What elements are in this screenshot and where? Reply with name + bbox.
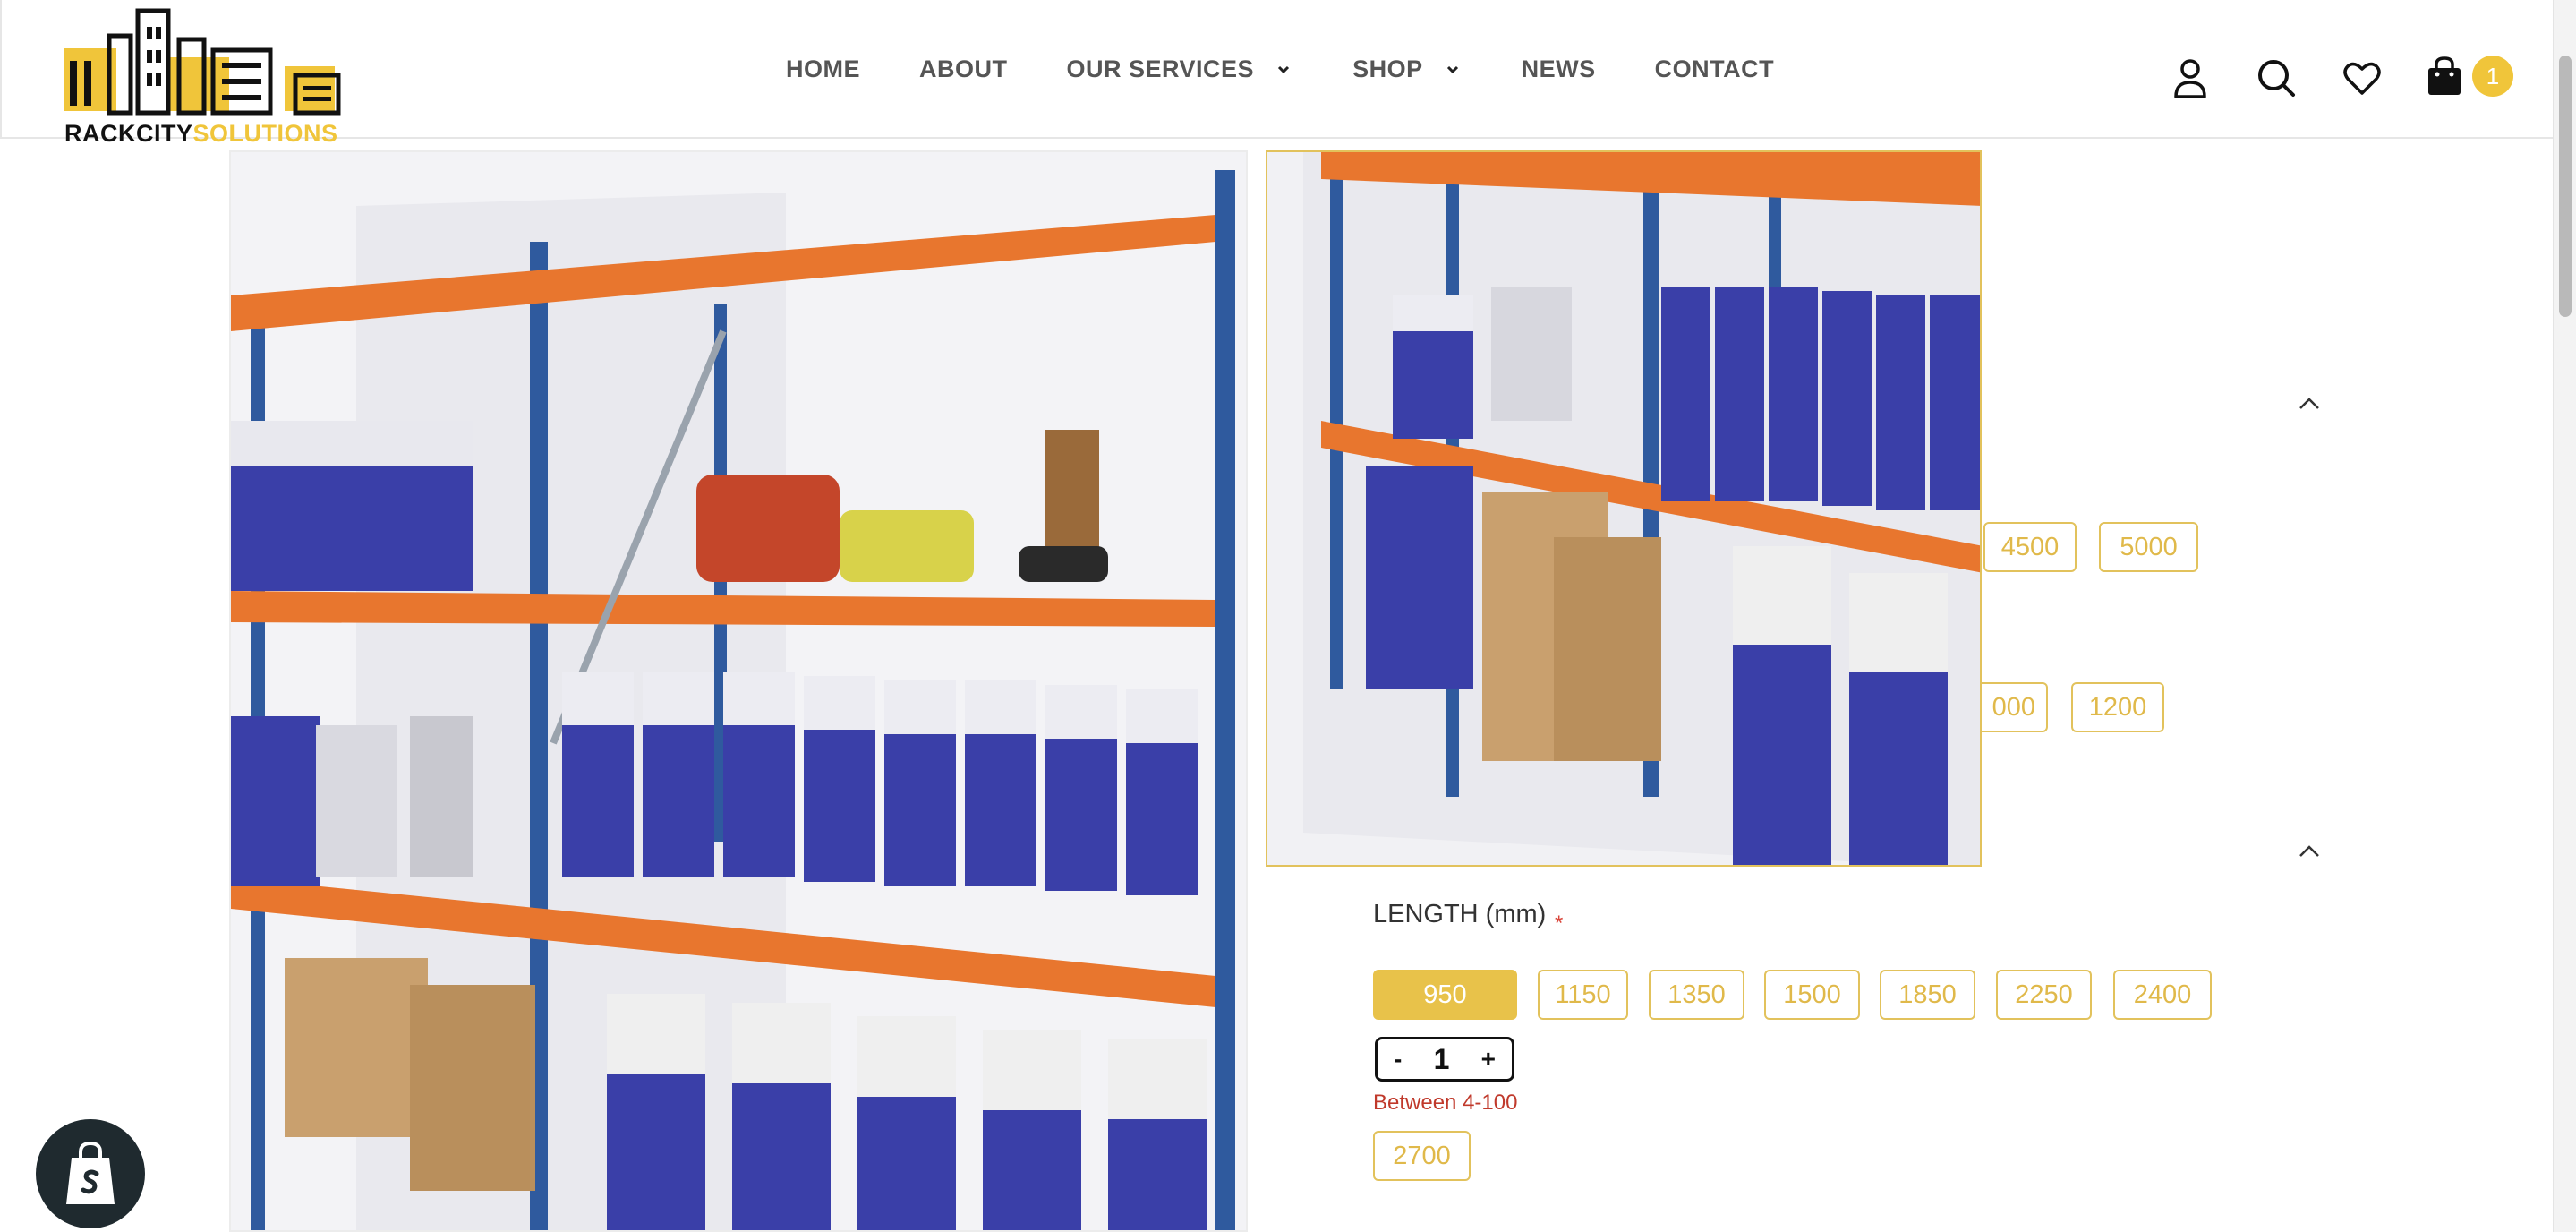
length-option-label: LENGTH (mm) [1373,900,1547,928]
image-zoom-lens [1266,150,1982,867]
nav-about[interactable]: ABOUT [919,56,1008,83]
required-marker: * [1555,911,1564,936]
length-option-1850[interactable]: 1850 [1880,970,1975,1020]
product-rack-image [231,152,1246,1230]
length-option-1500[interactable]: 1500 [1764,970,1860,1020]
logo-text-rackcity: RACKCITY [64,120,193,147]
product-main-image[interactable] [229,150,1248,1232]
nav-contact[interactable]: CONTACT [1655,56,1774,83]
quantity-stepper: - 1 + [1375,1037,1514,1082]
length-option-1350[interactable]: 1350 [1649,970,1744,1020]
chevron-down-icon[interactable] [1274,60,1293,80]
site-logo[interactable]: RACKCITYSOLUTIONS [61,5,347,149]
chevron-up-icon[interactable] [2296,838,2323,865]
shopify-bag-icon [66,1141,115,1204]
logo-text-solutions: SOLUTIONS [192,120,338,147]
page-scrollbar[interactable] [2553,0,2576,1232]
nav-about-label: ABOUT [919,56,1008,82]
depth-option-1200[interactable]: 1200 [2071,682,2164,732]
nav-contact-label: CONTACT [1654,56,1775,82]
quantity-decrease-button[interactable]: - [1394,1045,1402,1074]
nav-shop-label: SHOP [1352,56,1423,82]
user-icon [2174,59,2206,98]
chevron-up-icon[interactable] [2296,390,2323,417]
length-option-1150[interactable]: 1150 [1538,970,1628,1020]
account-button[interactable] [2168,56,2213,100]
length-option-2400[interactable]: 2400 [2113,970,2212,1020]
nav-home[interactable]: HOME [786,56,860,83]
nav-shop[interactable]: SHOP [1352,56,1463,83]
cart-button[interactable]: 1 [2426,56,2513,100]
heart-icon [2343,62,2381,95]
shopify-badge-button[interactable] [36,1119,145,1228]
shopping-bag-icon [2428,56,2461,95]
search-icon [2258,60,2295,97]
site-header: RACKCITYSOLUTIONS HOME ABOUT OUR SERVICE… [0,0,2553,147]
wishlist-button[interactable] [2340,56,2384,100]
quantity-increase-button[interactable]: + [1481,1045,1496,1074]
nav-our-services-label: OUR SERVICES [1066,56,1255,82]
quantity-value[interactable]: 1 [1434,1043,1450,1076]
length-option-2700[interactable]: 2700 [1373,1131,1471,1181]
height-option-4500[interactable]: 4500 [1983,522,2077,572]
logo-wordmark: RACKCITYSOLUTIONS [64,120,338,148]
cart-count-badge: 1 [2472,56,2513,97]
main-navigation: HOME ABOUT OUR SERVICES SHOP NEWS CONTAC… [786,0,1833,139]
logo-buildings-icon [64,8,341,116]
chevron-down-icon[interactable] [1443,60,1463,80]
nav-our-services[interactable]: OUR SERVICES [1067,56,1294,83]
scrollbar-thumb[interactable] [2559,56,2572,317]
header-actions: 1 [2168,56,2513,100]
length-option-950[interactable]: 950 [1373,970,1517,1020]
nav-news[interactable]: NEWS [1522,56,1596,83]
product-zoom-image [1267,152,1980,865]
quantity-hint: Between 4-100 [1373,1091,1518,1115]
length-option-2250[interactable]: 2250 [1996,970,2092,1020]
nav-news-label: NEWS [1521,56,1596,82]
search-button[interactable] [2254,56,2299,100]
height-option-5000[interactable]: 5000 [2099,522,2198,572]
nav-home-label: HOME [786,56,860,82]
